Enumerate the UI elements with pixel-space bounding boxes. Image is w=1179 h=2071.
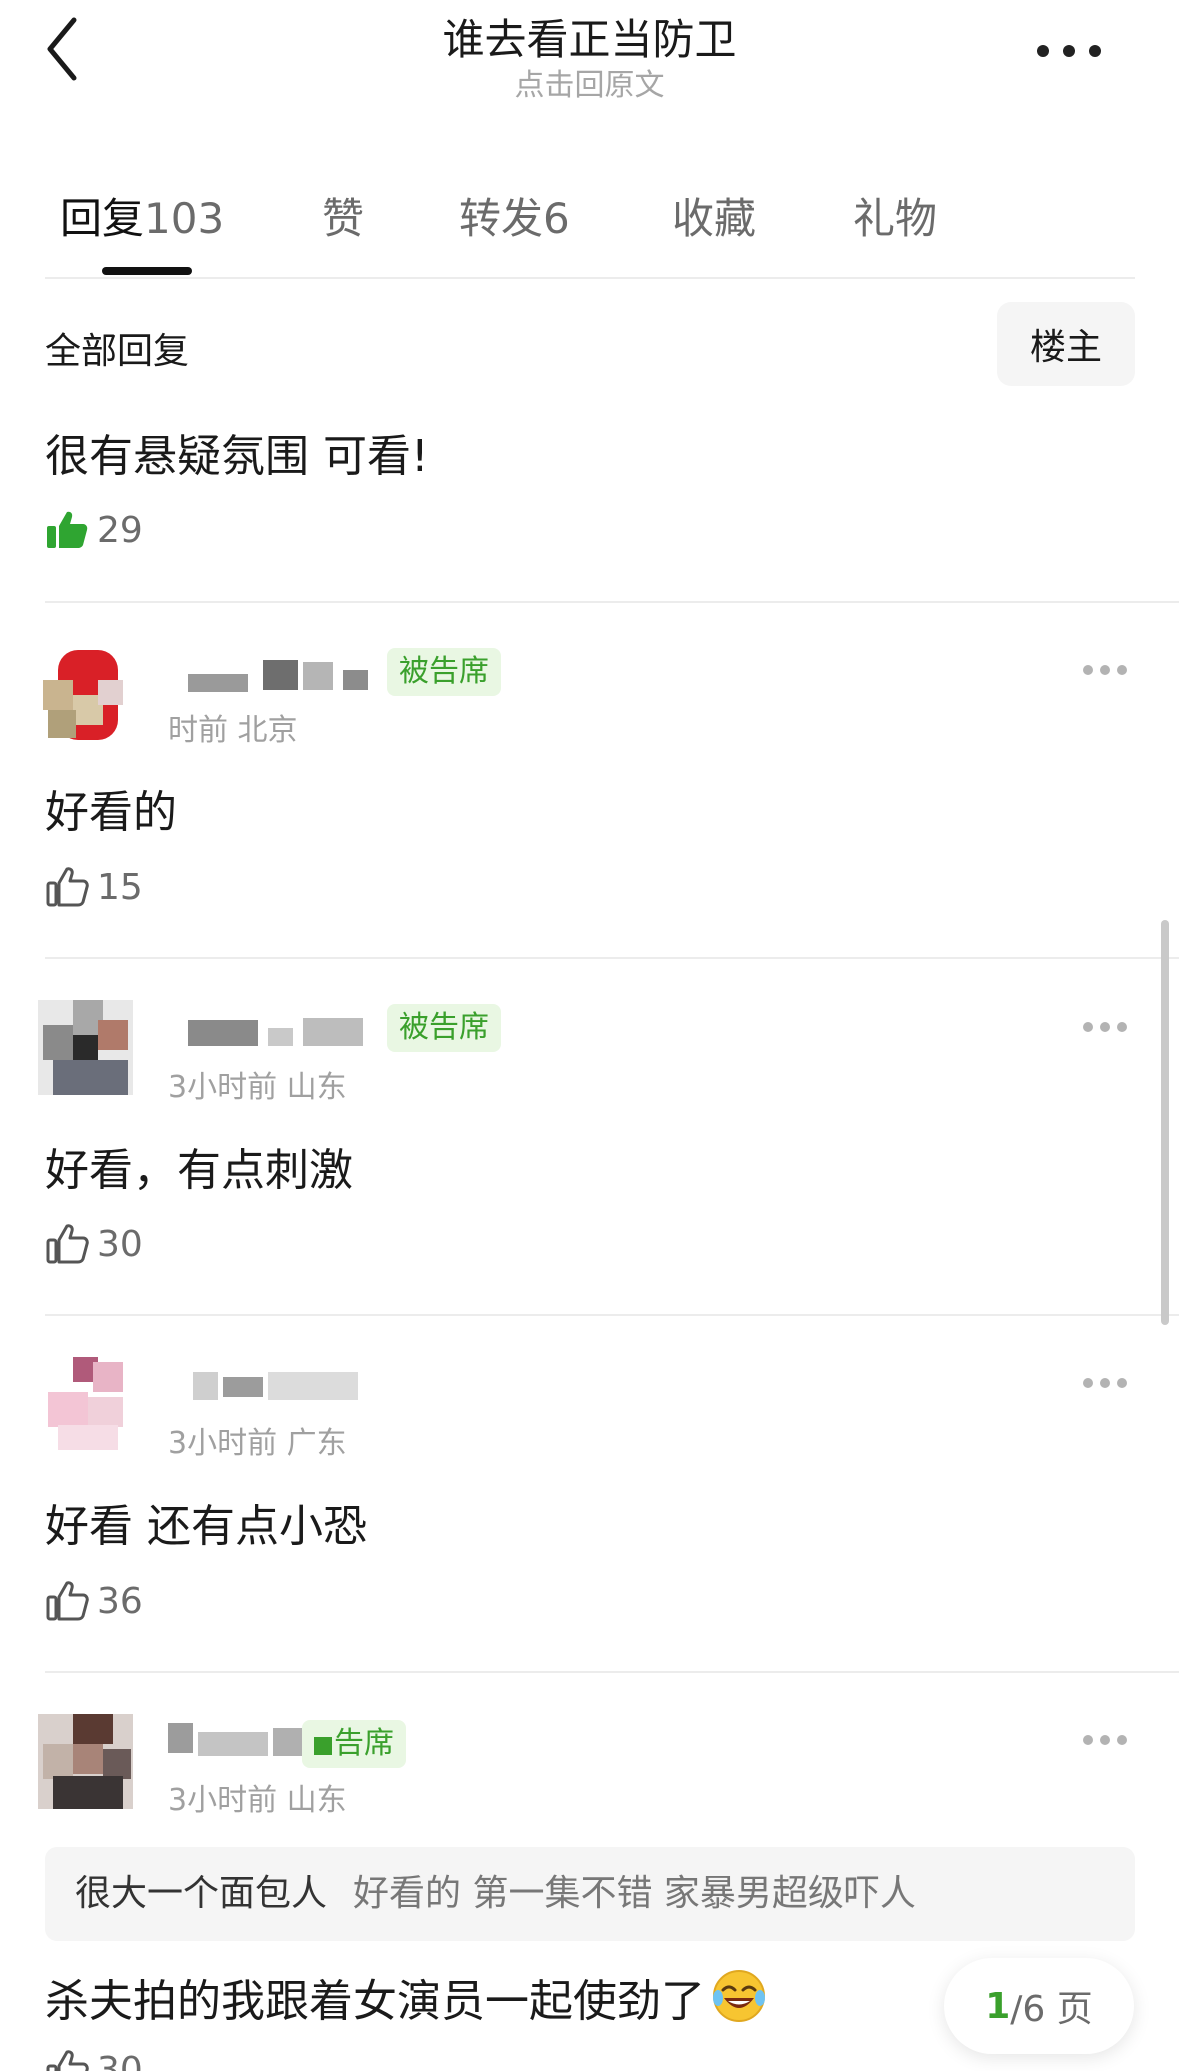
thumbs-up-icon: [46, 2050, 89, 2071]
divider: [45, 957, 1179, 959]
tab-reposts[interactable]: 转发6: [459, 185, 570, 246]
comment-meta: 3小时前 山东: [168, 1070, 347, 1105]
avatar[interactable]: [38, 650, 133, 745]
comment-text-row: 杀夫拍的我跟着女演员一起使劲了: [45, 1965, 767, 2029]
more-dot-icon: [1063, 45, 1075, 57]
page-indicator[interactable]: 1/6 页: [944, 1958, 1134, 2054]
comment-meta: 时前 北京: [168, 713, 298, 748]
more-options-button[interactable]: [1019, 26, 1119, 76]
blurred-mark-icon: [314, 1737, 332, 1755]
filter-row: 全部回复 楼主: [45, 300, 1135, 386]
tab-bar: 回复103 赞 转发6 收藏 礼物: [45, 175, 1135, 280]
username-blurred[interactable]: [168, 1008, 378, 1048]
comment-text: 好看的: [45, 787, 177, 838]
status-badge: 告席: [302, 1720, 406, 1768]
comment-more-button[interactable]: [1083, 665, 1129, 677]
badge-text: 告席: [334, 1726, 394, 1761]
comment-text: 好看，有点刺激: [45, 1145, 353, 1196]
comment-more-button[interactable]: [1083, 1735, 1129, 1747]
tab-favorites[interactable]: 收藏: [672, 185, 756, 246]
pinned-reply-text: 很有悬疑氛围 可看!: [45, 431, 429, 482]
comment-text: 好看 还有点小恐: [45, 1501, 367, 1552]
total-pages: /6 页: [1010, 1989, 1093, 2030]
quoted-reply[interactable]: 很大一个面包人 好看的 第一集不错 家暴男超级吓人: [45, 1847, 1135, 1941]
comment-more-button[interactable]: [1083, 1378, 1129, 1390]
quoted-author[interactable]: 很大一个面包人: [75, 1873, 327, 1914]
page-title: 谁去看正当防卫: [442, 15, 737, 64]
like-count: 29: [97, 509, 143, 551]
pinned-like-button[interactable]: 29: [45, 508, 143, 552]
tab-label: 收藏: [672, 194, 757, 243]
like-count: 30: [97, 1223, 143, 1265]
like-count: 15: [97, 866, 143, 908]
status-badge: 被告席: [387, 648, 501, 696]
quoted-text: 好看的 第一集不错 家暴男超级吓人: [353, 1873, 916, 1914]
more-dot-icon: [1037, 45, 1049, 57]
like-button[interactable]: 15: [45, 865, 143, 909]
avatar[interactable]: [38, 1714, 133, 1809]
host-only-button[interactable]: 楼主: [997, 302, 1135, 386]
avatar[interactable]: [38, 1000, 133, 1095]
comment-text: 杀夫拍的我跟着女演员一起使劲了: [45, 1976, 705, 2027]
like-button[interactable]: 30: [45, 1222, 143, 1266]
tab-label: 礼物: [853, 194, 938, 243]
thumbs-up-filled-icon: [47, 511, 88, 548]
tab-count: 6: [543, 194, 570, 243]
tab-likes[interactable]: 赞: [322, 185, 364, 246]
tab-label: 回复: [60, 194, 145, 243]
thumbs-up-icon: [46, 1224, 89, 1264]
divider: [45, 1314, 1179, 1316]
like-count: 36: [97, 1580, 143, 1622]
avatar[interactable]: [38, 1357, 133, 1452]
tab-gifts[interactable]: 礼物: [853, 185, 937, 246]
divider: [45, 277, 1135, 279]
thumbs-up-icon: [46, 1581, 89, 1621]
like-count: 30: [97, 2049, 143, 2071]
all-replies-label[interactable]: 全部回复: [45, 322, 189, 374]
username-blurred[interactable]: [168, 652, 378, 692]
comment-meta: 3小时前 山东: [168, 1783, 347, 1818]
like-button[interactable]: 36: [45, 1579, 143, 1623]
divider: [45, 601, 1179, 603]
laughing-tears-emoji: [713, 1970, 765, 2022]
active-tab-indicator: [102, 267, 192, 275]
current-page: 1: [985, 1985, 1011, 2027]
more-dot-icon: [1089, 45, 1101, 57]
scrollbar[interactable]: [1161, 920, 1169, 1325]
back-to-original-link[interactable]: 点击回原文: [0, 60, 1179, 104]
divider: [45, 1671, 1179, 1673]
tab-label: 赞: [322, 194, 365, 243]
comment-more-button[interactable]: [1083, 1022, 1129, 1034]
thumbs-up-icon: [46, 867, 89, 907]
username-blurred[interactable]: [168, 1362, 378, 1402]
tab-replies[interactable]: 回复103: [60, 185, 224, 246]
comment-meta: 3小时前 广东: [168, 1426, 347, 1461]
tab-count: 103: [144, 194, 225, 243]
status-badge: 被告席: [387, 1004, 501, 1052]
tab-label: 转发: [459, 194, 544, 243]
top-bar: 谁去看正当防卫 点击回原文: [0, 0, 1179, 120]
like-button[interactable]: 30: [45, 2048, 143, 2071]
